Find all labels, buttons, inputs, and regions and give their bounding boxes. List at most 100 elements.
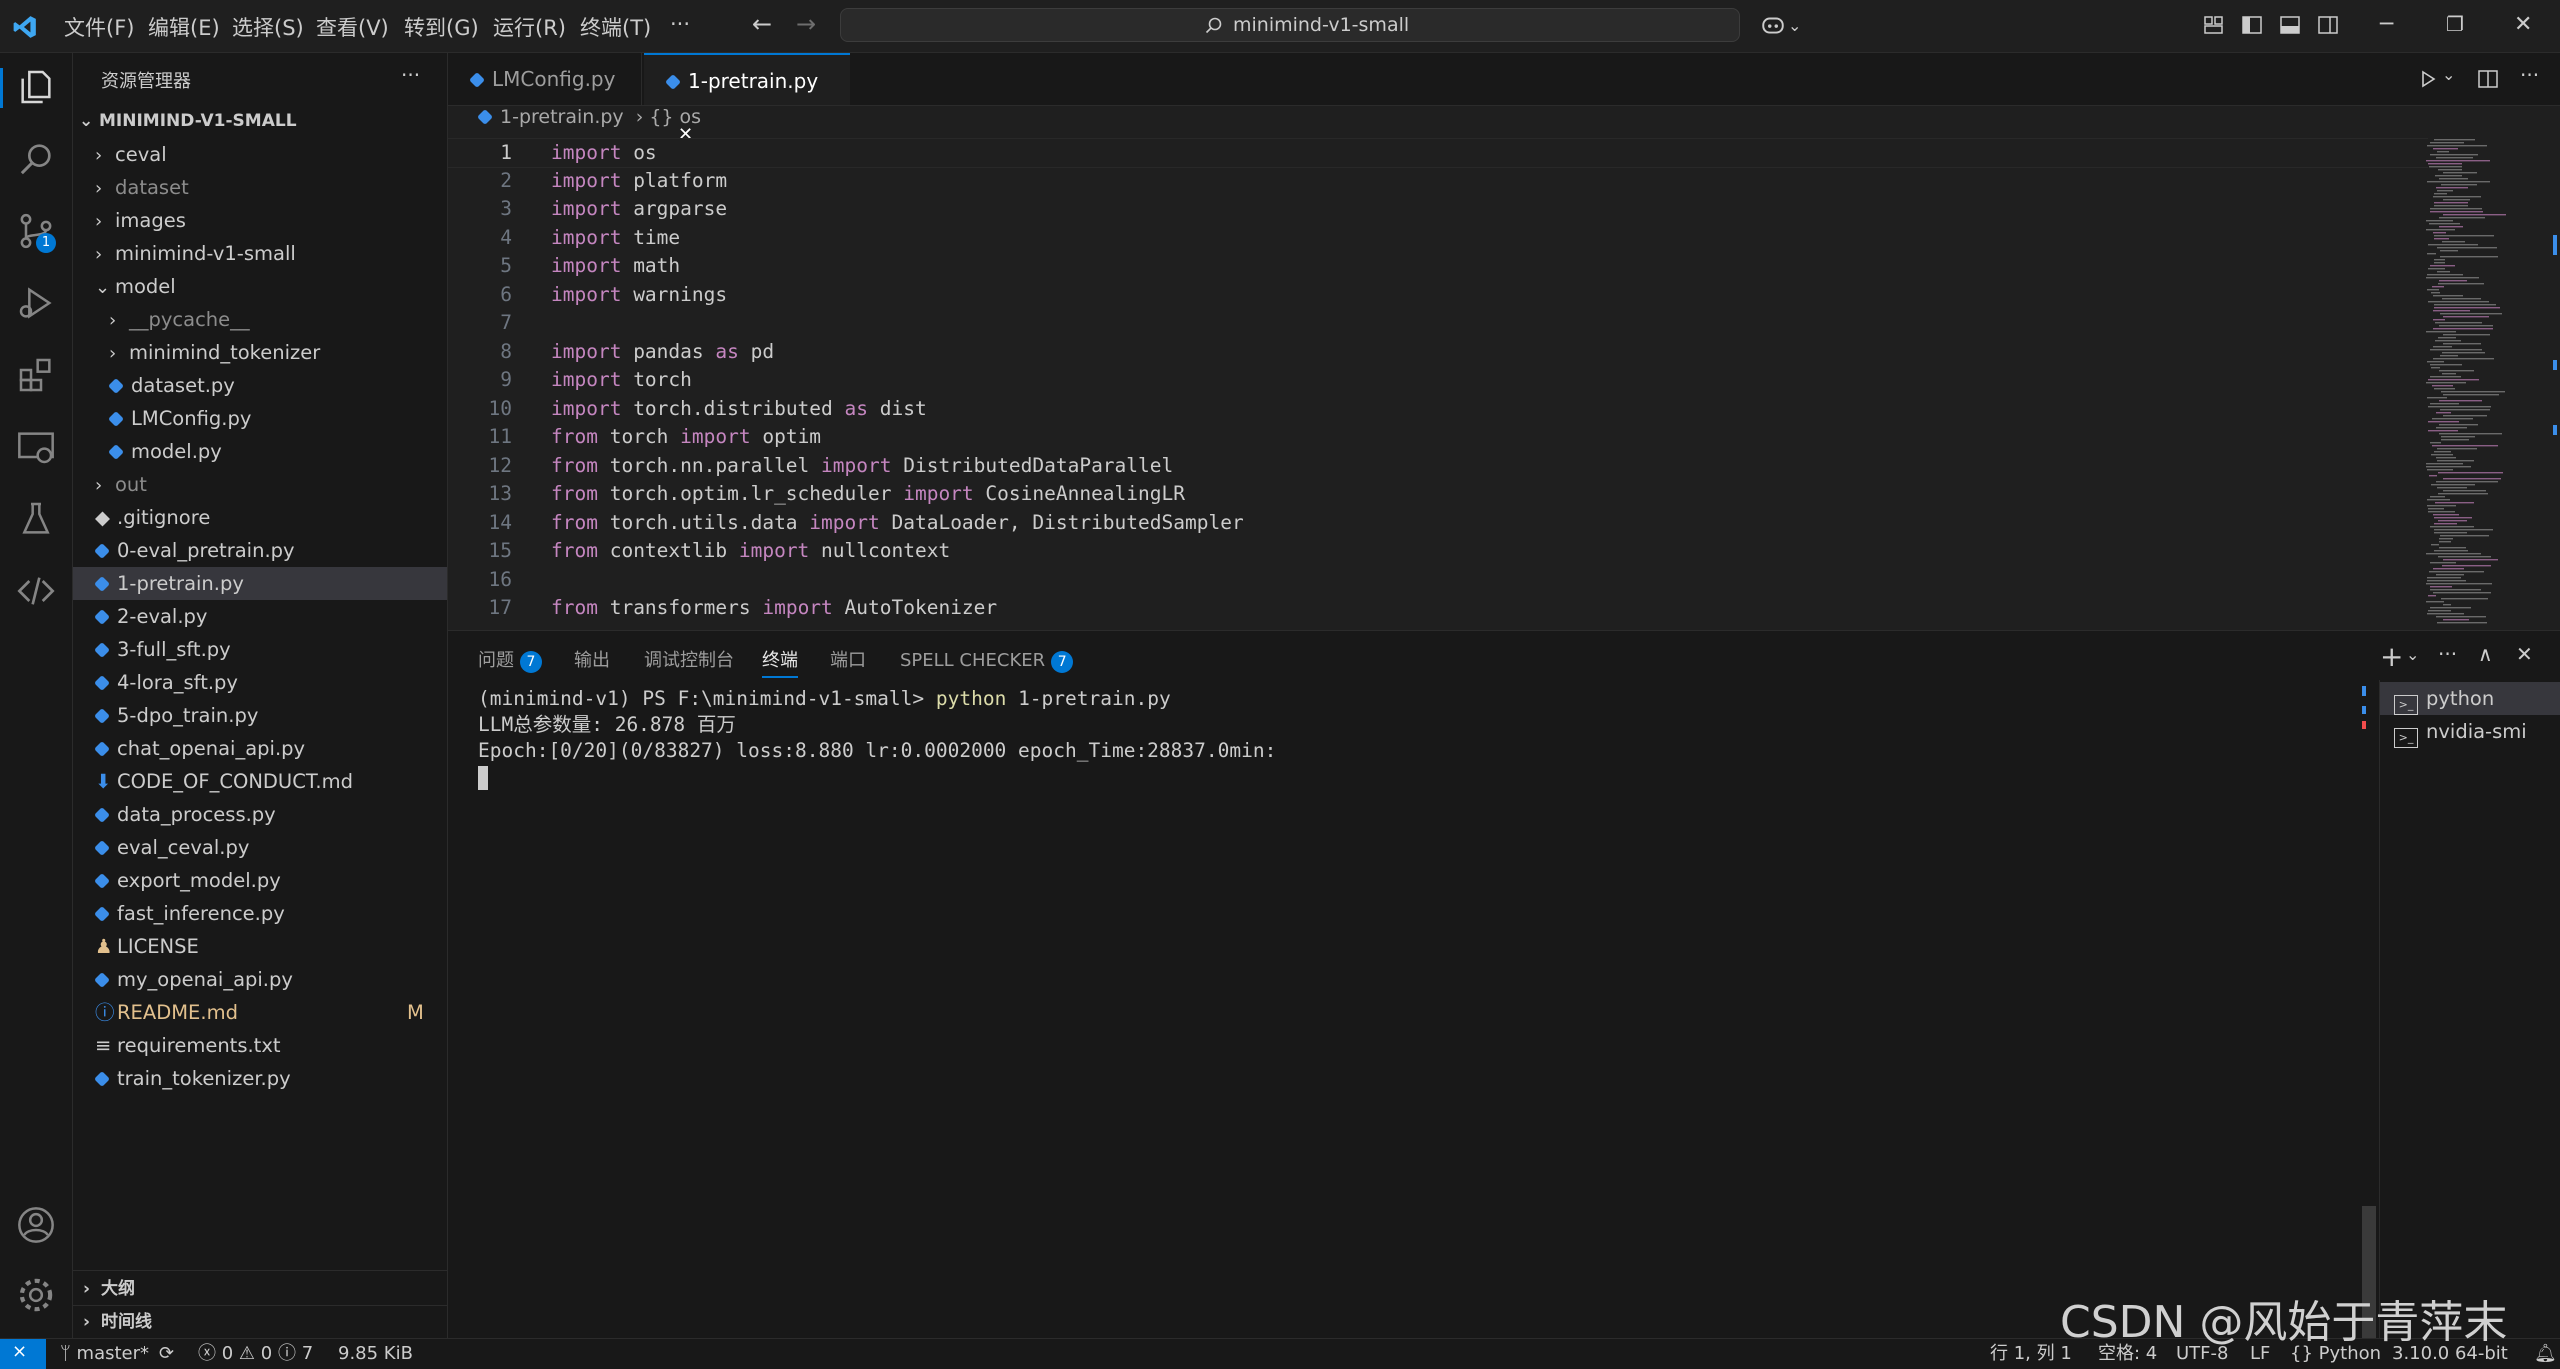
file-tree-item[interactable]: › out [73,468,447,501]
run-debug-icon[interactable] [16,283,56,323]
menu-item[interactable]: 查看(V) [316,12,389,42]
file-tree-item[interactable]: 0-eval_pretrain.py [73,534,447,567]
chevron-right-icon: › [95,475,103,496]
tab-label: LMConfig.py [492,67,616,91]
minimap-line [2434,238,2449,240]
panel-tab[interactable]: 端口 [830,646,866,676]
terminal-instance[interactable]: >_ nvidia-smi [2380,715,2560,748]
terminal-scrollbar[interactable] [2362,686,2378,1338]
chevron-down-icon[interactable]: ⌄ [1788,16,1801,35]
explorer-icon[interactable] [16,67,56,107]
extensions-icon[interactable] [16,355,56,395]
file-tree-item[interactable]: model.py [73,435,447,468]
file-tree-item[interactable]: › images [73,204,447,237]
menu-item[interactable]: 运行(R) [493,12,566,42]
new-terminal-icon[interactable]: + [2380,640,2403,673]
file-tree-item[interactable]: dataset.py [73,369,447,402]
timeline-section[interactable]: › 时间线 [73,1305,447,1338]
file-tree-item[interactable]: ◆ .gitignore [73,501,447,534]
editor-scrollbar[interactable] [2545,135,2559,630]
accounts-icon[interactable] [16,1205,56,1245]
remote-code-icon[interactable] [16,571,56,611]
copilot-icon[interactable] [1760,12,1786,38]
code-editor[interactable]: 1 import os 2 import platform 3 import argpar… [448,138,2428,628]
file-tree-item[interactable]: data_process.py [73,798,447,831]
file-tree-item[interactable]: › __pycache__ [73,303,447,336]
panel-tab[interactable]: 调试控制台 [644,646,734,676]
file-tree-item[interactable]: › ceval [73,138,447,171]
split-editor-icon[interactable] [2478,69,2498,89]
back-arrow-icon[interactable]: ← [752,10,772,38]
file-tree-item[interactable]: › minimind_tokenizer [73,336,447,369]
command-center-search[interactable]: minimind-v1-small [840,8,1740,42]
maximize-panel-icon[interactable]: ∧ [2478,642,2493,666]
file-tree-item[interactable]: › dataset [73,171,447,204]
toggle-primary-sidebar-icon[interactable] [2242,15,2262,35]
more-actions-icon[interactable]: ··· [401,63,420,87]
settings-gear-icon[interactable] [16,1275,56,1315]
outline-section[interactable]: › 大纲 [73,1273,447,1305]
panel-tab[interactable]: 终端 [762,646,798,678]
notifications-bell-icon[interactable]: 🔔︎ [2534,1342,2557,1366]
file-tree-item[interactable]: eval_ceval.py [73,831,447,864]
panel-tab[interactable]: SPELL CHECKER 7 [900,646,1074,676]
panel-tab[interactable]: 输出 [574,646,610,676]
file-tree-item[interactable]: ⬇ CODE_OF_CONDUCT.md [73,765,447,798]
code-line: 11 from torch import optim [448,423,2428,451]
code-token: math [621,254,681,277]
minimap[interactable] [2424,135,2544,630]
remote-explorer-icon[interactable] [16,427,56,467]
tab-1-pretrain[interactable]: 1-pretrain.py ✕ [644,53,850,145]
minimap-line [2439,325,2493,327]
restore-icon[interactable]: ❐ [2446,12,2464,36]
toggle-panel-icon[interactable] [2280,15,2300,35]
file-tree-item[interactable]: fast_inference.py [73,897,447,930]
file-tree-item[interactable]: 4-lora_sft.py [73,666,447,699]
file-tree-item[interactable]: ♟ LICENSE [73,930,447,963]
minimize-icon[interactable]: ─ [2380,12,2393,37]
customize-layout-icon[interactable] [2204,15,2224,35]
file-tree-item[interactable]: 2-eval.py [73,600,447,633]
file-tree-item[interactable]: my_openai_api.py [73,963,447,996]
file-tree-item[interactable]: ⓘ README.md M [73,996,447,1029]
file-tree-item[interactable]: 3-full_sft.py [73,633,447,666]
file-tree-item[interactable]: 5-dpo_train.py [73,699,447,732]
remote-indicator[interactable]: ⨯ [0,1339,46,1369]
search-view-icon[interactable] [16,139,56,179]
menu-item[interactable]: 文件(F) [64,12,134,42]
close-window-icon[interactable]: ✕ [2514,12,2532,37]
menu-item[interactable]: ··· [670,12,690,36]
menu-item[interactable]: 编辑(E) [148,12,220,42]
file-tree-item[interactable]: ⌄ model [73,270,447,303]
chevron-down-icon[interactable]: ⌄ [2442,65,2455,84]
menu-item[interactable]: 转到(G) [404,12,479,42]
run-python-file-icon[interactable] [2418,69,2438,89]
code-token: torch [621,368,692,391]
file-tree-item[interactable]: › minimind-v1-small [73,237,447,270]
more-actions-icon[interactable]: ··· [2438,642,2457,666]
file-tree-item[interactable]: ≡ requirements.txt [73,1029,447,1062]
forward-arrow-icon[interactable]: → [796,10,816,38]
menu-item[interactable]: 选择(S) [232,12,304,42]
menu-item[interactable]: 终端(T) [580,12,651,42]
branch-status[interactable]: ᛘ master* ⟳ [60,1342,174,1366]
file-tree-item[interactable]: train_tokenizer.py [73,1062,447,1095]
file-tree-item[interactable]: chat_openai_api.py [73,732,447,765]
testing-icon[interactable] [16,499,56,539]
tab-lmconfig[interactable]: LMConfig.py [448,53,642,105]
panel-tab[interactable]: 问题 7 [478,646,542,676]
more-actions-icon[interactable]: ··· [2520,63,2539,87]
file-tree-item[interactable]: export_model.py [73,864,447,897]
terminal-instance[interactable]: >_ python [2380,682,2560,715]
divider [2379,680,2380,1338]
explorer-root-folder[interactable]: ⌄ MINIMIND-V1-SMALL [73,105,447,138]
breadcrumb-symbol[interactable]: {} os [649,106,701,128]
terminal-output[interactable]: (minimind-v1) PS F:\minimind-v1-small> p… [478,686,2358,790]
breadcrumb-file[interactable]: 1-pretrain.py [500,106,624,128]
file-tree-item[interactable]: 1-pretrain.py [73,567,447,600]
file-tree-item[interactable]: LMConfig.py [73,402,447,435]
problems-status[interactable]: ⓧ 0 ⚠ 0 ⓘ 7 [198,1342,313,1366]
chevron-down-icon[interactable]: ⌄ [2406,645,2419,664]
toggle-secondary-sidebar-icon[interactable] [2318,15,2338,35]
close-panel-icon[interactable]: ✕ [2516,642,2533,666]
